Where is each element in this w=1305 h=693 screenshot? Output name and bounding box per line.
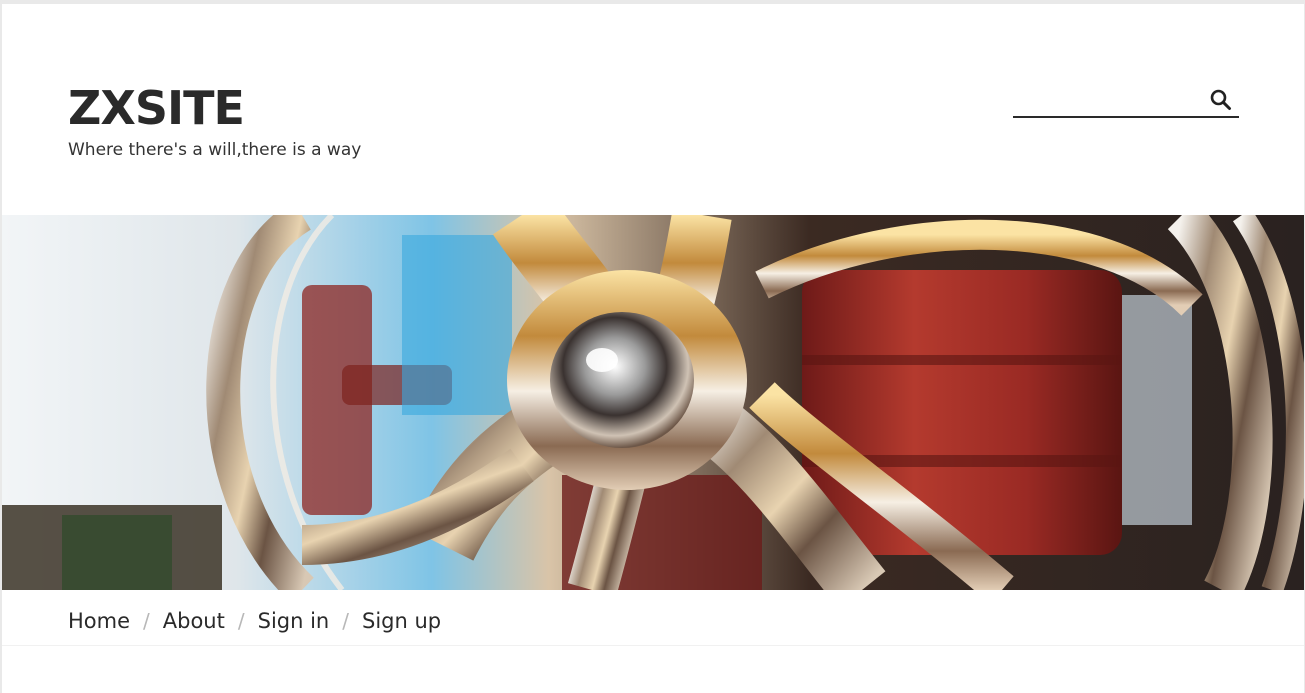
site-title[interactable]: ZXSITE bbox=[68, 78, 245, 138]
header-banner-image bbox=[2, 215, 1304, 590]
nav-separator: / bbox=[342, 609, 349, 633]
site-tagline: Where there's a will,there is a way bbox=[68, 140, 362, 160]
page: ZXSITE Where there's a will,there is a w… bbox=[2, 4, 1304, 693]
nav-item-home[interactable]: Home bbox=[68, 609, 130, 633]
nav-item-about[interactable]: About bbox=[163, 609, 225, 633]
divider bbox=[2, 645, 1304, 646]
nav-item-sign-in[interactable]: Sign in bbox=[258, 609, 330, 633]
search-box bbox=[1013, 84, 1239, 118]
nav-separator: / bbox=[237, 609, 245, 633]
nav-item-sign-up[interactable]: Sign up bbox=[362, 609, 441, 633]
search-icon[interactable] bbox=[1209, 88, 1233, 112]
nav-separator: / bbox=[143, 609, 150, 633]
breadcrumb-nav: Home / About / Sign in / Sign up bbox=[68, 606, 441, 636]
search-input[interactable] bbox=[1013, 84, 1203, 114]
